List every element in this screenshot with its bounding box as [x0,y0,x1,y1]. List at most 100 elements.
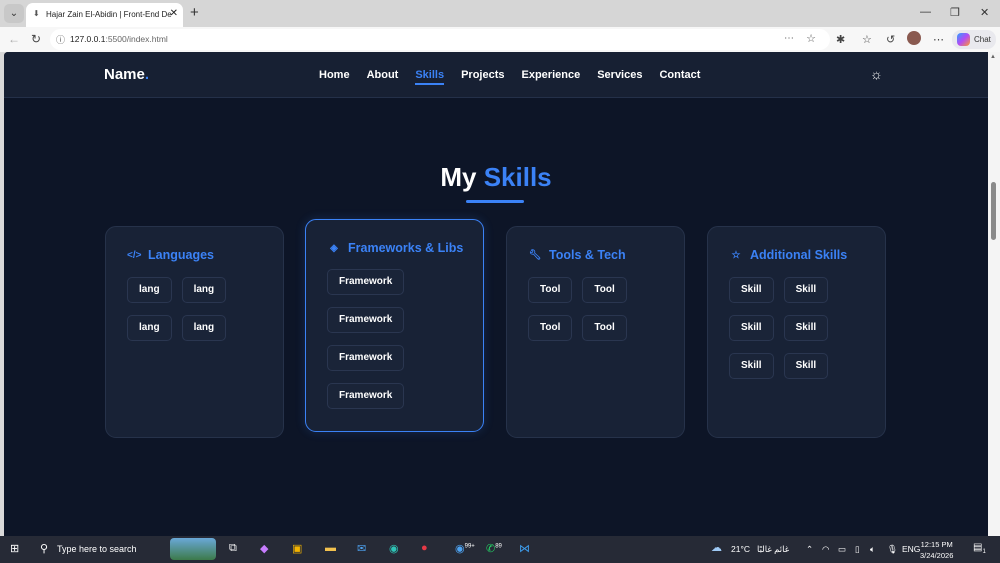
skill-chip: Tool [582,315,627,341]
card-title: Tools & Tech [549,248,626,262]
notification-badge: 99+ [464,543,475,550]
skill-chip: Skill [729,353,774,379]
copilot-chat-button[interactable]: Chat [952,30,996,49]
skill-chip: lang [127,315,172,341]
clock-date: 3/24/2026 [920,551,954,560]
taskbar-search[interactable]: ⚲ Type here to search [32,536,172,563]
nav-link-projects[interactable]: Projects [461,69,504,81]
tab-list-dropdown[interactable]: ⌄ [4,4,24,23]
brand-dot: . [144,66,150,83]
star-icon: ☆ [731,249,741,261]
favorite-star-icon[interactable]: ☆ [806,32,816,45]
close-window-button[interactable]: ✕ [980,6,989,19]
url-host: 127.0.0.1 [70,34,106,44]
skill-chip: Skill [783,353,829,379]
skill-card-languages: </> Languages lang lang lang lang [105,226,284,438]
weather-cloud-icon[interactable]: ☁ [711,541,722,554]
card-title: Languages [148,248,214,262]
taskbar-clock[interactable]: 12:15 PM 3/24/2026 [920,539,953,561]
battery-icon[interactable]: ▭ [838,544,846,555]
brand-logo[interactable]: Name. [104,66,149,83]
close-tab-icon[interactable]: ✕ [170,8,178,19]
nav-link-experience[interactable]: Experience [522,69,581,81]
task-view-icon[interactable]: ⧉ [229,542,237,555]
new-tab-button[interactable]: + [190,4,199,21]
copilot-icon [957,33,970,46]
search-highlight-image[interactable] [170,538,216,560]
page-scrollbar[interactable]: ▲ [988,52,1000,536]
nav-links: Home About Skills Projects Experience Se… [319,69,717,85]
windows-start-icon[interactable]: ⊞ [10,542,19,555]
skill-chip: Tool [582,277,627,303]
vscode-icon[interactable]: ⋈ [519,542,530,555]
restore-button[interactable]: ❐ [950,6,960,19]
microphone-icon[interactable]: 🎙︎ [887,544,898,555]
skill-card-additional: ☆ Additional Skills Skill Skill Skill Ski… [707,226,886,438]
skill-chip: Skill [729,277,774,303]
notification-center-icon[interactable]: ▤1 [973,542,986,555]
language-indicator[interactable]: ENG [902,544,920,554]
skill-chip: Framework [327,269,405,295]
url-input[interactable]: ⓘ 127.0.0.1:5500/index.html ⋯ ☆ [50,29,830,50]
nav-link-contact[interactable]: Contact [659,69,700,81]
skill-chip: Framework [327,383,405,409]
display-icon[interactable]: ▯ [855,544,860,555]
skill-chip: Framework [327,345,405,371]
whatsapp-icon[interactable]: ✆89 [486,542,502,555]
outlook-icon[interactable]: ✉ [357,542,366,555]
edge-icon[interactable]: ◉ [389,542,399,555]
title-underline [466,200,524,203]
favorites-icon[interactable]: ☆ [862,33,872,46]
weather-condition[interactable]: غائم غالبًا [757,544,789,555]
site-navbar: Name. Home About Skills Projects Experie… [4,52,988,98]
back-icon[interactable]: ← [8,32,20,46]
skill-card-tools: 🔧︎ Tools & Tech Tool Tool Tool Tool [506,226,685,438]
network-icon[interactable]: ◠ [822,544,829,555]
theme-toggle-sun-icon[interactable]: ☼ [870,66,883,82]
minimize-button[interactable]: — [920,6,931,18]
teams-icon[interactable]: ● [421,542,428,554]
wrench-icon: 🔧︎ [528,249,542,261]
skill-chip: Skill [783,277,829,303]
file-explorer-icon[interactable]: ▬ [325,542,336,554]
skill-chip: Tool [528,277,573,303]
copilot-icon[interactable]: ◆ [260,542,268,555]
extensions-icon[interactable]: ✱ [836,33,845,46]
skill-chip: Framework [327,307,405,333]
info-icon[interactable]: ⓘ [56,33,65,46]
nav-link-about[interactable]: About [367,69,399,81]
profile-avatar[interactable] [907,31,921,45]
store-icon[interactable]: ▣ [292,542,302,555]
nav-link-skills[interactable]: Skills [415,69,444,85]
skill-card-frameworks: ◈ Frameworks & Libs Framework Framework F… [305,219,484,432]
edge-dev-icon[interactable]: ◉99+ [455,542,475,555]
code-icon: </> [127,249,142,261]
card-title: Additional Skills [750,248,848,262]
scrollbar-thumb[interactable] [991,182,996,240]
nav-link-services[interactable]: Services [597,69,642,81]
chat-label: Chat [974,35,991,44]
brand-name: Name [104,66,145,83]
nav-link-home[interactable]: Home [319,69,350,81]
skill-chip: lang [181,315,227,341]
skill-chip: Skill [783,315,829,341]
url-path: :5500/index.html [105,34,168,44]
volume-icon[interactable]: 🔈︎ [870,544,875,555]
title-word: My [440,162,477,192]
refresh-icon[interactable]: ↻ [31,32,41,46]
browser-tab-bar: ⌄ ⬇ Hajar Zain El-Abidin | Front-End De … [0,0,1000,27]
windows-taskbar: ⊞ ⚲ Type here to search ⧉ ◆ ▣ ▬ ✉ ◉ ● ◉99… [0,536,1000,563]
scroll-up-icon[interactable]: ▲ [990,54,996,60]
layers-icon: ◈ [330,242,338,254]
skill-chip: lang [127,277,172,303]
tab-title: Hajar Zain El-Abidin | Front-End De [46,10,172,19]
favicon-icon: ⬇ [33,9,40,18]
tray-chevron-icon[interactable]: ⌃ [806,544,813,555]
notification-badge: 89 [495,543,502,550]
search-icon: ⚲ [40,543,49,555]
read-aloud-icon[interactable]: ⋯ [784,33,794,44]
more-icon[interactable]: ⋯ [933,33,944,46]
weather-temp[interactable]: 21°C [731,544,750,554]
browser-tab[interactable]: ⬇ Hajar Zain El-Abidin | Front-End De ✕ [26,3,183,27]
history-icon[interactable]: ↺ [886,33,895,46]
